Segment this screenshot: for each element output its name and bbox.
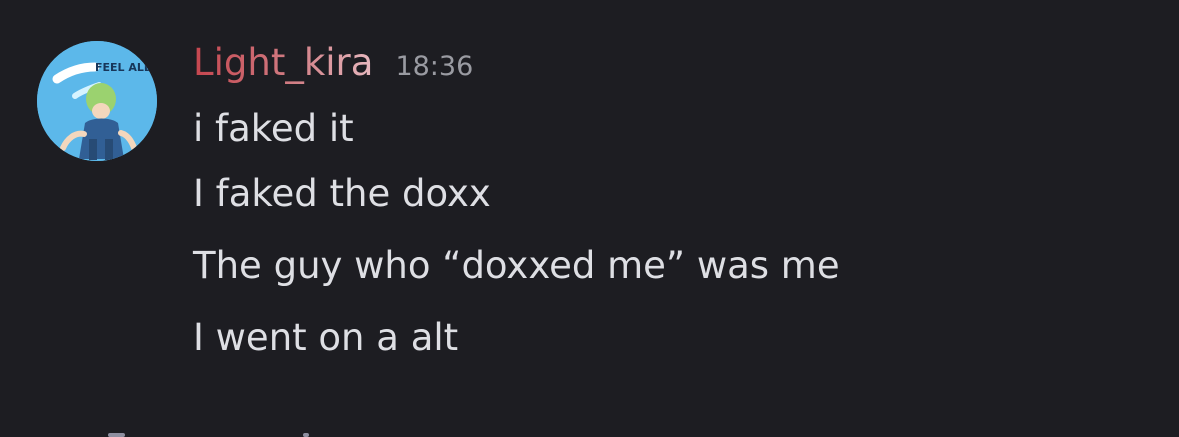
next-message-fragment <box>303 433 309 437</box>
user-avatar-icon[interactable]: FEEL ALL ON <box>37 41 157 161</box>
message-line[interactable]: I went on a alt <box>193 302 840 374</box>
message-timestamp[interactable]: 18:36 <box>395 42 473 92</box>
message-line[interactable]: I faked the doxx <box>193 158 840 230</box>
message-line[interactable]: The guy who “doxxed me” was me <box>193 230 840 302</box>
next-message-peek <box>100 427 330 437</box>
message-header: Light_kira 18:36 <box>193 38 473 88</box>
chat-message: FEEL ALL ON Light_kira18:36 i faked it I… <box>0 0 1179 437</box>
message-line[interactable]: i faked it <box>193 100 840 158</box>
next-message-fragment <box>108 433 125 437</box>
avatar-badge-text: FEEL ALL ON <box>95 61 157 74</box>
username[interactable]: Light_kira <box>193 38 373 88</box>
message-lines: i faked it I faked the doxx The guy who … <box>193 100 840 374</box>
